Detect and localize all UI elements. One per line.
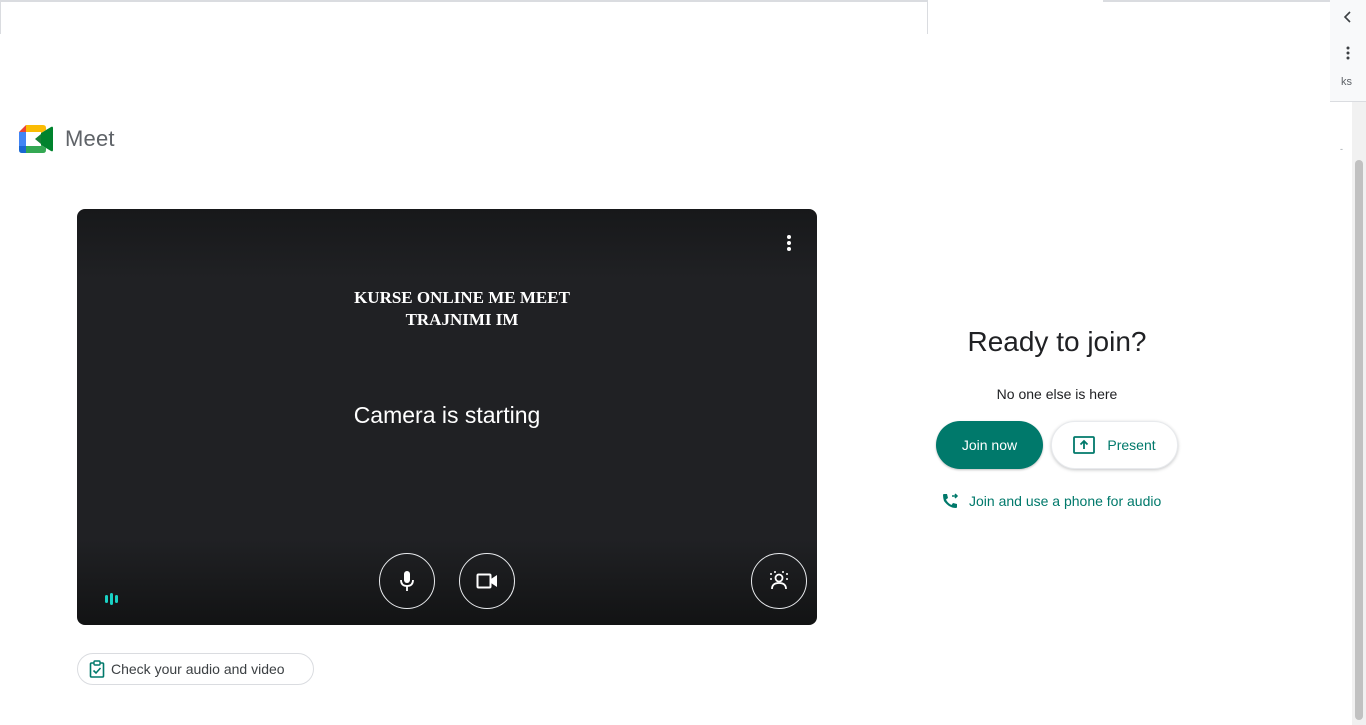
browser-tab-outline-right: [1103, 0, 1342, 34]
ready-to-join-title: Ready to join?: [967, 326, 1147, 357]
phone-forward-icon: [943, 493, 959, 508]
present-screen-icon: [1073, 436, 1096, 454]
present-button[interactable]: Present: [1051, 421, 1178, 469]
meet-logo[interactable]: Meet: [19, 125, 115, 153]
microphone-icon: [400, 571, 414, 591]
participants-status: No one else is here: [996, 386, 1118, 402]
check-audio-video-button[interactable]: Check your audio and video: [77, 653, 314, 685]
course-title: KURSE ONLINE ME MEET TRAJNIMI IM: [257, 287, 667, 331]
course-title-line-2: TRAJNIMI IM: [405, 310, 519, 329]
present-label: Present: [1107, 437, 1156, 453]
vertical-dots-icon[interactable]: [1330, 36, 1366, 70]
camera-button[interactable]: [459, 553, 515, 609]
background-effects-button[interactable]: [751, 553, 807, 609]
scrollbar-thumb[interactable]: [1355, 160, 1363, 720]
audio-level-indicator: [105, 593, 118, 605]
background-blur-icon: [770, 571, 788, 590]
audio-bar: [105, 595, 108, 603]
clipboard-check-icon: [89, 660, 105, 678]
chevron-left-icon[interactable]: [1330, 0, 1366, 34]
camera-status-text: Camera is starting: [353, 402, 541, 428]
video-preview: KURSE ONLINE ME MEET TRAJNIMI IM Camera …: [77, 209, 817, 625]
browser-side-panel: ks: [1330, 0, 1366, 102]
join-phone-audio-link[interactable]: Join and use a phone for audio: [941, 492, 1161, 510]
side-panel-label: ks: [1341, 76, 1352, 88]
course-title-line-1: KURSE ONLINE ME MEET: [354, 288, 570, 307]
app-name: Meet: [65, 126, 115, 151]
browser-tab-outline: [0, 0, 928, 34]
check-audio-video-label: Check your audio and video: [111, 661, 285, 677]
join-now-button[interactable]: Join now: [936, 421, 1043, 469]
microphone-button[interactable]: [379, 553, 435, 609]
browser-top-area: [0, 0, 1342, 102]
google-meet-logo-icon: [19, 125, 53, 153]
more-options-button[interactable]: [775, 227, 803, 259]
side-mark: ‐: [1340, 144, 1343, 154]
audio-bar: [110, 593, 113, 605]
video-camera-icon: [476, 573, 497, 589]
more-vert-icon: [787, 235, 791, 251]
page-scrollbar[interactable]: [1352, 102, 1366, 725]
browser-tab-gap: [928, 0, 1103, 4]
audio-bar: [115, 595, 118, 603]
phone-audio-label: Join and use a phone for audio: [969, 493, 1162, 509]
